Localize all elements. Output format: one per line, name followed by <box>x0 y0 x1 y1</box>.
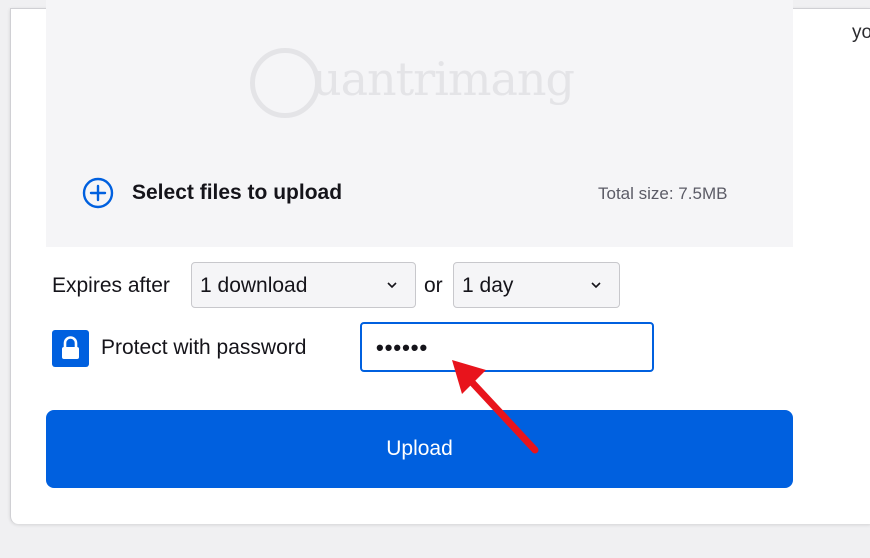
or-label: or <box>424 274 443 297</box>
download-count-select[interactable]: 1 download <box>191 262 416 308</box>
lightbulb-icon <box>250 48 320 118</box>
password-checkbox[interactable] <box>52 330 89 367</box>
expiry-time-value: 1 day <box>462 274 514 297</box>
chevron-down-icon <box>591 282 601 289</box>
expiry-time-select[interactable]: 1 day <box>453 262 620 308</box>
total-size-text: Total size: 7.5MB <box>598 184 728 203</box>
upload-button[interactable]: Upload <box>46 410 793 488</box>
password-value: •••••• <box>376 335 429 360</box>
annotation-arrow-icon <box>452 360 539 454</box>
watermark-text: uantrimang <box>312 52 575 106</box>
file-drop-zone[interactable] <box>46 0 793 247</box>
download-count-value: 1 download <box>200 274 308 297</box>
chevron-down-icon <box>387 282 397 289</box>
add-circle-icon[interactable] <box>82 177 114 209</box>
select-files-button[interactable]: Select files to upload <box>132 181 342 205</box>
expires-label: Expires after <box>52 274 170 297</box>
protect-password-label: Protect with password <box>101 336 307 359</box>
watermark-logo: uantrimang <box>250 42 590 122</box>
clipped-text: yo <box>852 22 870 43</box>
lock-icon <box>62 336 79 359</box>
